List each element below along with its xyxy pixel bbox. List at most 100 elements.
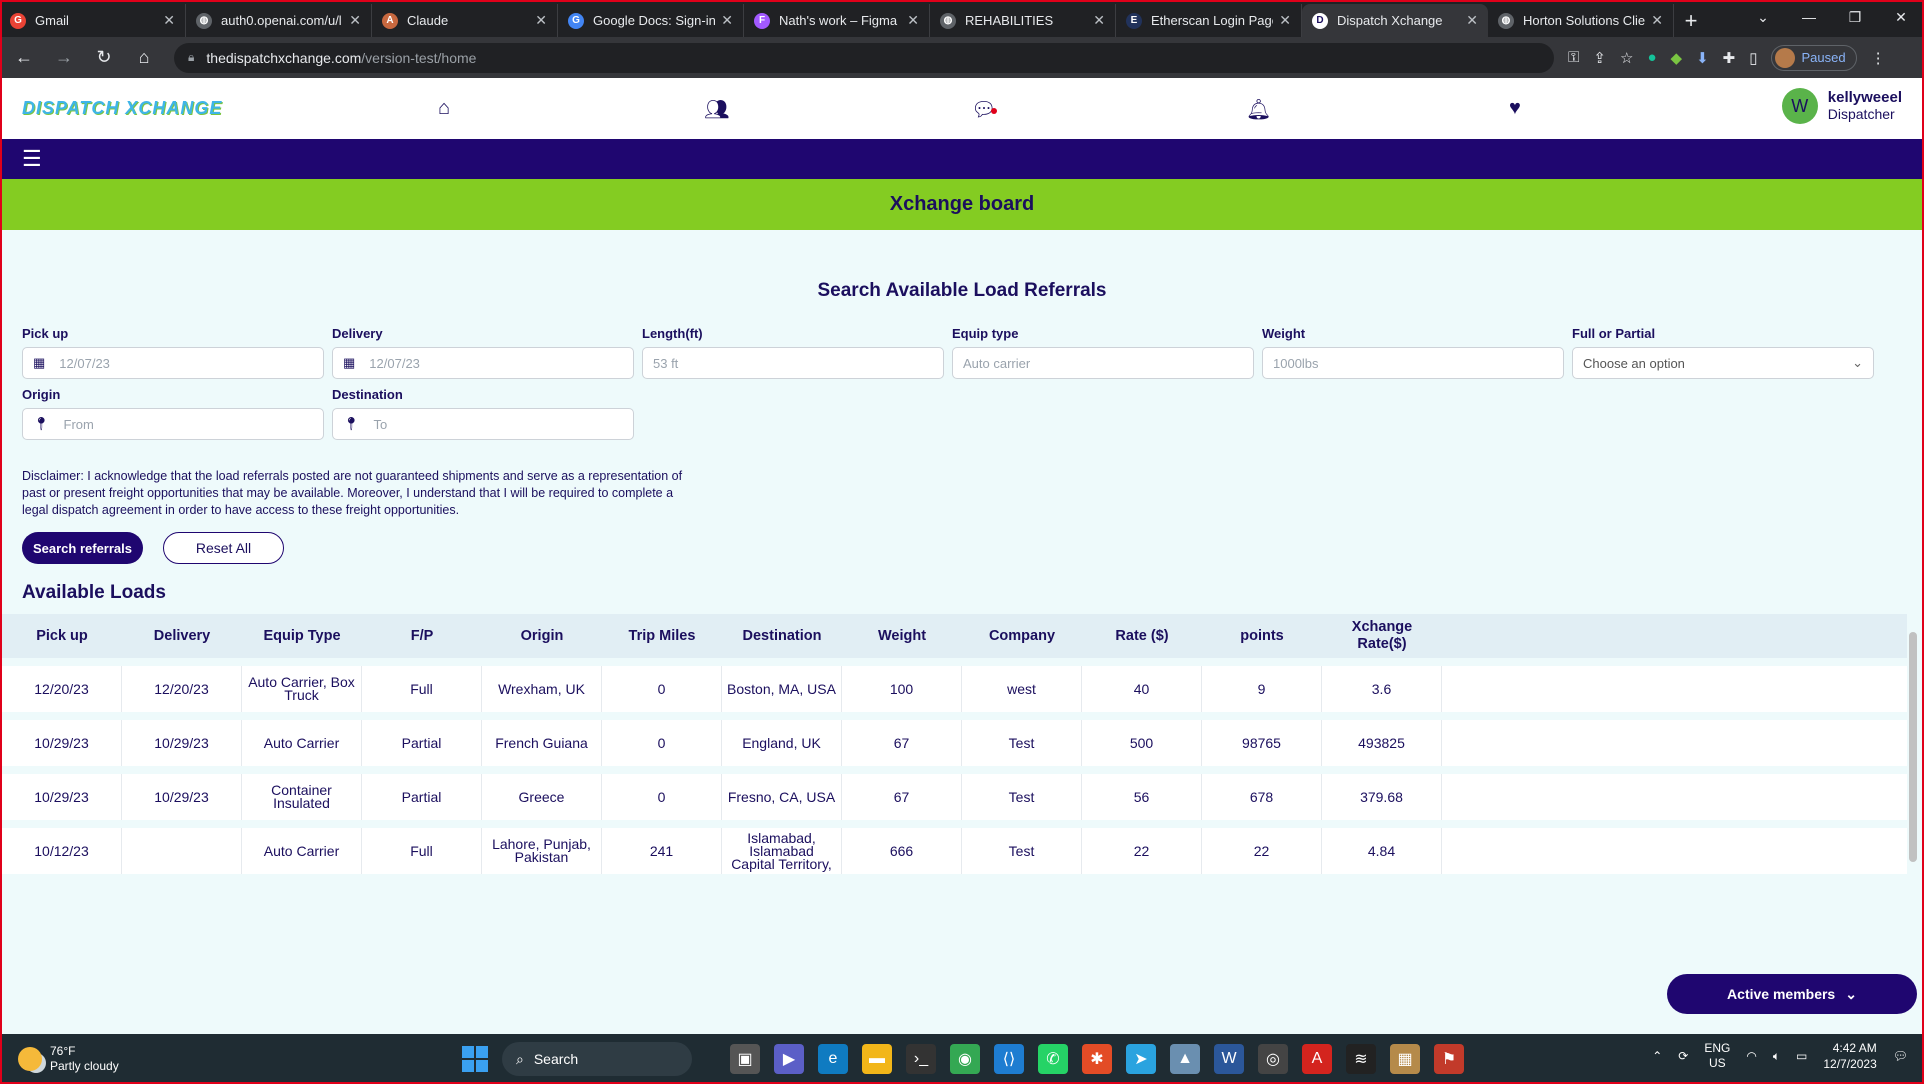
browser-tab[interactable]: ◍ auth0.openai.com/u/l ✕ bbox=[186, 4, 372, 37]
language-indicator[interactable]: ENG US bbox=[1704, 1041, 1730, 1071]
avatar: W bbox=[1781, 88, 1818, 124]
browser-tab[interactable]: F Nath's work – Figma ✕ bbox=[744, 4, 930, 37]
users-nav-icon[interactable]: 👥︎ bbox=[704, 97, 729, 122]
browser-tab[interactable]: E Etherscan Login Page ✕ bbox=[1116, 4, 1302, 37]
edge-icon[interactable]: e bbox=[818, 1044, 848, 1074]
key-icon[interactable]: ⚿ bbox=[1568, 49, 1579, 66]
length-input[interactable]: 53 ft bbox=[642, 347, 944, 379]
pickup-input[interactable]: ▦ 12/07/23 bbox=[22, 347, 324, 379]
reset-all-button[interactable]: Reset All bbox=[163, 532, 284, 564]
chevron-down-icon: ⌄ bbox=[1852, 355, 1863, 370]
table-row[interactable]: 12/20/23 12/20/23 Auto Carrier, Box Truck F… bbox=[2, 666, 1907, 712]
terminal-icon[interactable]: ›_ bbox=[906, 1044, 936, 1074]
forward-icon[interactable]: → bbox=[48, 42, 80, 74]
battery-icon[interactable]: ▭ bbox=[1796, 1049, 1807, 1063]
browser-tab[interactable]: A Claude ✕ bbox=[372, 4, 558, 37]
weight-input[interactable]: 1000lbs bbox=[1262, 347, 1564, 379]
bell-nav-icon[interactable]: 🔔︎ bbox=[1246, 97, 1271, 122]
package-icon[interactable]: ▦ bbox=[1390, 1044, 1420, 1074]
app-red-icon[interactable]: ✱ bbox=[1082, 1044, 1112, 1074]
full-partial-select[interactable]: Choose an option ⌄ bbox=[1572, 347, 1874, 379]
menu-kebab-icon[interactable]: ⋮ bbox=[1871, 49, 1886, 67]
column-header: points bbox=[1240, 627, 1284, 644]
table-cell bbox=[122, 828, 242, 874]
table-row[interactable]: 10/29/23 10/29/23 Container Insulated Parti… bbox=[2, 774, 1907, 820]
windows-start-icon[interactable] bbox=[462, 1046, 488, 1072]
minimize-icon[interactable]: — bbox=[1786, 0, 1832, 34]
scrollbar-thumb[interactable] bbox=[1909, 632, 1917, 862]
destination-input[interactable]: 📍︎ To bbox=[332, 408, 634, 440]
tab-close-icon[interactable]: ✕ bbox=[907, 12, 919, 29]
photo-app-icon[interactable]: ▲ bbox=[1170, 1044, 1200, 1074]
hamburger-menu-icon[interactable]: ☰ bbox=[22, 146, 42, 172]
browser-tab[interactable]: D Dispatch Xchange ✕ bbox=[1302, 4, 1488, 37]
notifications-icon[interactable]: 💬︎ bbox=[1893, 1049, 1908, 1063]
download-icon[interactable]: ⬇ bbox=[1696, 49, 1709, 67]
whatsapp-icon[interactable]: ✆ bbox=[1038, 1044, 1068, 1074]
telegram-icon[interactable]: ➤ bbox=[1126, 1044, 1156, 1074]
teams-icon[interactable]: ▶ bbox=[774, 1044, 804, 1074]
new-tab-button[interactable]: + bbox=[1674, 4, 1708, 37]
share-icon[interactable]: ⇪ bbox=[1593, 49, 1606, 67]
active-members-button[interactable]: Active members ⌄ bbox=[1667, 974, 1917, 1014]
side-panel-icon[interactable]: ▯ bbox=[1749, 49, 1757, 67]
acrobat-icon[interactable]: A bbox=[1302, 1044, 1332, 1074]
table-row[interactable]: 10/29/23 10/29/23 Auto Carrier Partial Frenc… bbox=[2, 720, 1907, 766]
chrome-icon[interactable]: ◉ bbox=[950, 1044, 980, 1074]
file-explorer-icon[interactable]: ▬ bbox=[862, 1044, 892, 1074]
browser-toolbar: ← → ↻ ⌂ 🔒︎ thedispatchxchange.com/versio… bbox=[0, 37, 1924, 78]
vscode-icon[interactable]: ⟨⟩ bbox=[994, 1044, 1024, 1074]
tab-close-icon[interactable]: ✕ bbox=[1279, 12, 1291, 29]
tab-close-icon[interactable]: ✕ bbox=[163, 12, 175, 29]
restore-icon[interactable]: ❐ bbox=[1832, 0, 1878, 34]
profile-status: Paused bbox=[1801, 50, 1846, 65]
clock[interactable]: 4:42 AM 12/7/2023 bbox=[1823, 1040, 1876, 1072]
audio-app-icon[interactable]: ≋ bbox=[1346, 1044, 1376, 1074]
profile-button[interactable]: Paused bbox=[1771, 44, 1857, 71]
origin-placeholder: From bbox=[63, 416, 94, 432]
search-referrals-button[interactable]: Search referrals bbox=[22, 532, 143, 564]
wifi-icon[interactable]: ◠ bbox=[1746, 1049, 1756, 1063]
table-row[interactable]: 10/12/23 Auto Carrier Full Lahore, Punjab, … bbox=[2, 828, 1907, 874]
user-menu[interactable]: W kellyweeel Dispatcher bbox=[1781, 88, 1902, 124]
volume-icon[interactable]: 🔈︎ bbox=[1773, 1049, 1780, 1064]
browser-tab[interactable]: ◍ REHABILITIES ✕ bbox=[930, 4, 1116, 37]
taskbar-search[interactable]: ⌕ Search bbox=[502, 1042, 692, 1076]
tab-close-icon[interactable]: ✕ bbox=[349, 12, 361, 29]
extensions-puzzle-icon[interactable]: ✚ bbox=[1723, 49, 1736, 67]
tray-chevron-up-icon[interactable]: ⌃ bbox=[1652, 1049, 1662, 1063]
browser-tab[interactable]: G Gmail ✕ bbox=[0, 4, 186, 37]
tab-close-icon[interactable]: ✕ bbox=[1466, 12, 1478, 29]
delivery-input[interactable]: ▦ 12/07/23 bbox=[332, 347, 634, 379]
tab-close-icon[interactable]: ✕ bbox=[1651, 12, 1663, 29]
heart-nav-icon[interactable]: ♥ bbox=[1509, 97, 1521, 120]
close-window-icon[interactable]: ✕ bbox=[1878, 0, 1924, 34]
equip-input[interactable]: Auto carrier bbox=[952, 347, 1254, 379]
address-bar[interactable]: 🔒︎ thedispatchxchange.com/version-test/h… bbox=[174, 42, 1554, 73]
browser-tab[interactable]: ◍ Horton Solutions Clie ✕ bbox=[1488, 4, 1674, 37]
back-icon[interactable]: ← bbox=[8, 42, 40, 74]
reload-icon[interactable]: ↻ bbox=[88, 42, 120, 74]
weight-placeholder: 1000lbs bbox=[1273, 355, 1319, 371]
tab-close-icon[interactable]: ✕ bbox=[535, 12, 547, 29]
sync-icon[interactable]: ⟳ bbox=[1678, 1049, 1688, 1063]
word-icon[interactable]: W bbox=[1214, 1044, 1244, 1074]
home-icon[interactable]: ⌂ bbox=[128, 42, 160, 74]
table-cell: 10/29/23 bbox=[122, 774, 242, 820]
column-header: Rate ($) bbox=[1115, 627, 1169, 644]
tab-close-icon[interactable]: ✕ bbox=[721, 12, 733, 29]
tool-app-icon[interactable]: ⚑ bbox=[1434, 1044, 1464, 1074]
app-logo[interactable]: DISPATCH XCHANGE bbox=[22, 98, 222, 119]
grammarly-icon[interactable]: ● bbox=[1647, 49, 1656, 66]
home-nav-icon[interactable]: ⌂ bbox=[438, 97, 450, 120]
tab-close-icon[interactable]: ✕ bbox=[1093, 12, 1105, 29]
weather-widget[interactable]: 76°F Partly cloudy bbox=[18, 1044, 119, 1074]
bookmark-star-icon[interactable]: ☆ bbox=[1620, 49, 1633, 67]
table-scrollbar[interactable] bbox=[1906, 618, 1920, 978]
task-view-icon[interactable]: ▣ bbox=[730, 1044, 760, 1074]
extension-icon[interactable]: ◆ bbox=[1671, 49, 1683, 67]
browser-tab[interactable]: G Google Docs: Sign-in ✕ bbox=[558, 4, 744, 37]
obs-icon[interactable]: ◎ bbox=[1258, 1044, 1288, 1074]
origin-input[interactable]: 📍︎ From bbox=[22, 408, 324, 440]
tab-search-icon[interactable]: ⌄ bbox=[1740, 0, 1786, 34]
